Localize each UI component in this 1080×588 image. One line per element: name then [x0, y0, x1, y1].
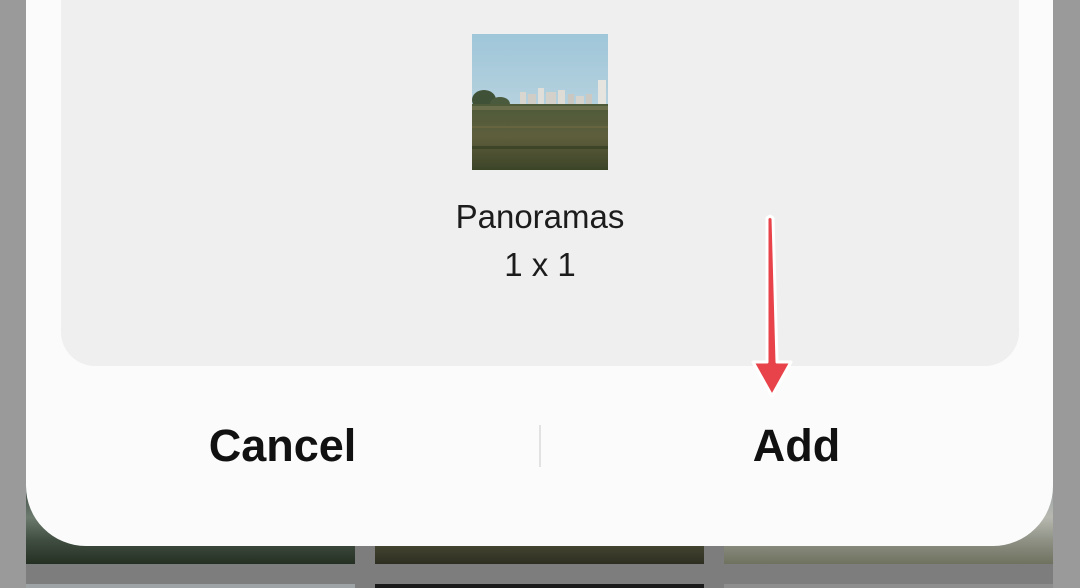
cancel-button[interactable]: Cancel: [26, 410, 539, 482]
add-button[interactable]: Add: [540, 410, 1053, 482]
screen: Panoramas 1 x 1 Cancel Add: [0, 0, 1080, 588]
background-gallery-thumbnail: [375, 584, 704, 588]
background-gallery-edge-left: [0, 0, 26, 588]
album-thumbnail: [472, 34, 608, 170]
background-gallery-edge-right: [1053, 0, 1080, 588]
add-album-dialog: Panoramas 1 x 1 Cancel Add: [26, 0, 1053, 546]
landscape-photo-image: [472, 34, 608, 170]
album-name: Panoramas: [455, 198, 625, 235]
background-gallery-thumbnail: [26, 584, 355, 588]
album-size: 1 x 1: [504, 246, 576, 283]
album-preview-card: Panoramas 1 x 1: [61, 0, 1019, 366]
background-gallery-thumbnail: [724, 584, 1053, 588]
